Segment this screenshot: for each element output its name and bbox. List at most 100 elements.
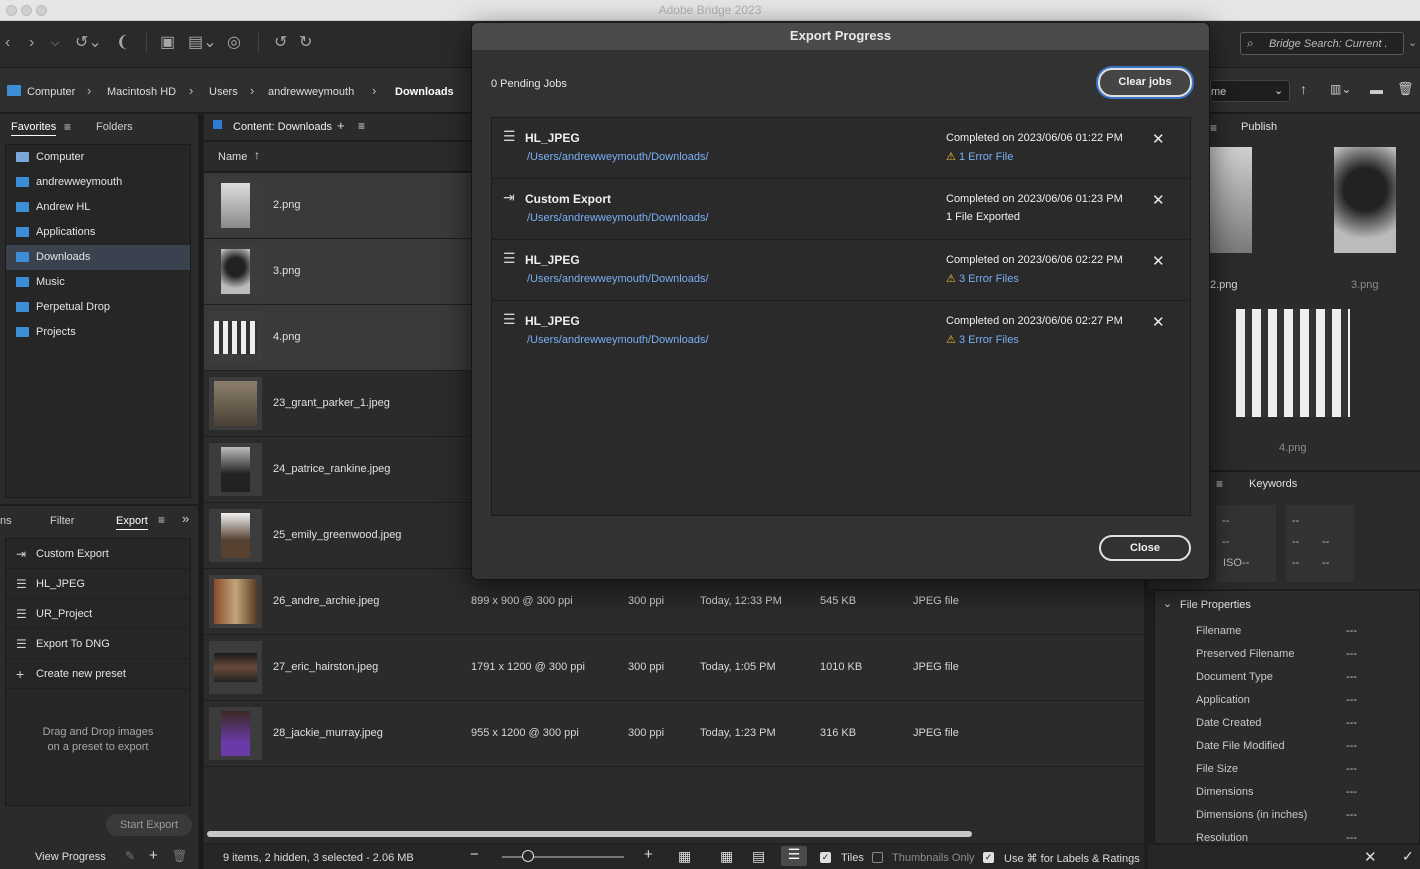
zoom-slider[interactable] <box>502 856 624 858</box>
favorite-andrewweymouth[interactable]: andrewweymouth <box>6 170 190 195</box>
sort-ascending-icon[interactable]: ↑ <box>254 148 260 162</box>
tab-keywords[interactable]: Keywords <box>1249 478 1297 490</box>
trash-icon[interactable]: 🗑 <box>172 849 187 863</box>
crumb-macintosh-hd[interactable]: Macintosh HD <box>107 86 176 98</box>
favorite-andrew-hl[interactable]: Andrew HL <box>6 195 190 220</box>
favorite-projects[interactable]: Projects <box>6 320 190 345</box>
preset-custom-export[interactable]: ⇥ Custom Export <box>6 539 190 569</box>
close-icon[interactable]: ✕ <box>1152 191 1165 209</box>
sort-dropdown[interactable]: me ⌄ <box>1210 80 1290 102</box>
camera-value: -- <box>1292 557 1300 569</box>
add-tab-icon[interactable]: + <box>337 118 345 133</box>
job-status-link[interactable]: 3 Error Files <box>959 273 1019 285</box>
tab-export[interactable]: Export <box>116 515 148 530</box>
view-progress-link[interactable]: View Progress <box>35 851 106 863</box>
panel-menu-icon[interactable]: ≡ <box>358 119 365 133</box>
tab-favorites[interactable]: Favorites <box>11 121 57 136</box>
list-view-icon[interactable]: ☰ <box>781 846 807 866</box>
camera-icon[interactable]: ▣ <box>160 31 175 55</box>
job-path-link[interactable]: /Users/andrewweymouth/Downloads/ <box>527 212 709 224</box>
tab-folders[interactable]: Folders <box>96 121 133 133</box>
horizontal-scrollbar[interactable] <box>207 831 972 837</box>
tab-filter[interactable]: Filter <box>50 515 74 527</box>
sync-icon[interactable]: ◎ <box>227 31 241 55</box>
rotate-right-icon[interactable]: ↻ <box>299 31 312 55</box>
recent-icon[interactable]: ↺⌄ <box>75 31 102 55</box>
apply-icon[interactable]: ✓ <box>1402 848 1414 865</box>
boomerang-icon[interactable]: ❨ <box>116 31 129 55</box>
favorite-perpetual-drop[interactable]: Perpetual Drop <box>6 295 190 320</box>
tab-collections[interactable]: ns <box>0 515 12 527</box>
preset-export-to-dng[interactable]: ☰ Export To DNG <box>6 629 190 659</box>
create-new-preset[interactable]: + Create new preset <box>6 659 190 689</box>
preset-hl-jpeg[interactable]: ☰ HL_JPEG <box>6 569 190 599</box>
close-icon[interactable]: ✕ <box>1152 252 1165 270</box>
back-icon[interactable]: ‹ <box>5 31 10 55</box>
expand-panel-icon[interactable]: » <box>182 511 189 526</box>
job-path-link[interactable]: /Users/andrewweymouth/Downloads/ <box>527 151 709 163</box>
zoom-window-button[interactable] <box>36 5 47 16</box>
details-view-icon[interactable]: ▤ <box>752 848 765 865</box>
tab-publish[interactable]: Publish <box>1241 121 1277 133</box>
recent-folder-icon[interactable]: ▥⌄ <box>1330 82 1351 96</box>
grid-lock-icon[interactable]: ▦ <box>678 848 691 865</box>
job-status-link[interactable]: 3 Error Files <box>959 334 1019 346</box>
panel-menu-icon[interactable]: ≡ <box>64 120 71 134</box>
chevron-right-icon[interactable]: › <box>372 83 376 98</box>
content-tab-label[interactable]: Content: Downloads <box>233 121 332 133</box>
new-folder-icon[interactable]: ▬ <box>1370 82 1383 97</box>
close-icon[interactable]: ✕ <box>1152 313 1165 331</box>
copy-icon[interactable]: ▤⌄ <box>188 31 217 55</box>
preset-ur-project[interactable]: ☰ UR_Project <box>6 599 190 629</box>
trash-icon[interactable]: 🗑 <box>1397 81 1414 97</box>
clear-jobs-button[interactable]: Clear jobs <box>1098 68 1192 97</box>
job-path-link[interactable]: /Users/andrewweymouth/Downloads/ <box>527 334 709 346</box>
preview-thumb-2[interactable] <box>1210 147 1252 253</box>
chevron-down-icon[interactable]: ⌄ <box>1163 597 1172 610</box>
favorite-computer[interactable]: Computer <box>6 145 190 170</box>
minimize-window-button[interactable] <box>21 5 32 16</box>
file-row[interactable]: 27_eric_hairston.jpeg 1791 x 1200 @ 300 … <box>204 635 1144 701</box>
add-icon[interactable]: + <box>149 847 158 864</box>
preview-thumb-3[interactable] <box>1334 147 1396 253</box>
cancel-icon[interactable]: ✕ <box>1364 848 1377 866</box>
favorite-applications[interactable]: Applications <box>6 220 190 245</box>
chevron-down-icon[interactable]: ⌵ <box>51 31 59 55</box>
search-chevron-icon[interactable]: ⌄ <box>1408 31 1417 55</box>
labels-checkbox[interactable]: ✓ <box>983 852 994 863</box>
forward-icon[interactable]: › <box>29 31 34 55</box>
panel-menu-icon[interactable]: ≡ <box>1216 477 1223 491</box>
crumb-users[interactable]: Users <box>209 86 238 98</box>
sort-direction-icon[interactable]: ↑ <box>1300 81 1307 97</box>
file-properties-title[interactable]: File Properties <box>1180 599 1251 611</box>
chevron-right-icon[interactable]: › <box>87 83 91 98</box>
close-button[interactable]: Close <box>1099 535 1191 561</box>
start-export-button[interactable]: Start Export <box>106 814 192 836</box>
name-column-header[interactable]: Name <box>218 151 247 163</box>
zoom-in-icon[interactable]: + <box>644 846 653 863</box>
preview-thumb-4[interactable] <box>1236 309 1350 417</box>
close-window-button[interactable] <box>6 5 17 16</box>
zoom-out-icon[interactable]: − <box>470 846 479 863</box>
favorite-music[interactable]: Music <box>6 270 190 295</box>
file-row[interactable]: 28_jackie_murray.jpeg 955 x 1200 @ 300 p… <box>204 701 1144 767</box>
search-box[interactable]: ⌕ Bridge Search: Current . <box>1240 32 1404 55</box>
favorite-downloads[interactable]: Downloads <box>6 245 190 270</box>
thumbnail-view-icon[interactable]: ▦ <box>720 848 733 865</box>
panel-menu-icon[interactable]: ≡ <box>1210 121 1217 135</box>
close-icon[interactable]: ✕ <box>1152 130 1165 148</box>
job-name: Custom Export <box>525 192 612 206</box>
crumb-downloads[interactable]: Downloads <box>395 86 454 98</box>
panel-menu-icon[interactable]: ≡ <box>158 513 165 527</box>
crumb-andrewweymouth[interactable]: andrewweymouth <box>268 86 354 98</box>
tiles-checkbox[interactable]: ✓ <box>820 852 831 863</box>
job-status-link[interactable]: 1 Error File <box>959 151 1013 163</box>
chevron-right-icon[interactable]: › <box>189 83 193 98</box>
job-path-link[interactable]: /Users/andrewweymouth/Downloads/ <box>527 273 709 285</box>
edit-icon[interactable]: ✎ <box>125 849 135 863</box>
zoom-slider-handle[interactable] <box>522 850 534 862</box>
chevron-right-icon[interactable]: › <box>250 83 254 98</box>
rotate-left-icon[interactable]: ↺ <box>274 31 287 55</box>
crumb-computer[interactable]: Computer <box>27 86 75 98</box>
thumbnails-only-checkbox[interactable] <box>872 852 883 863</box>
